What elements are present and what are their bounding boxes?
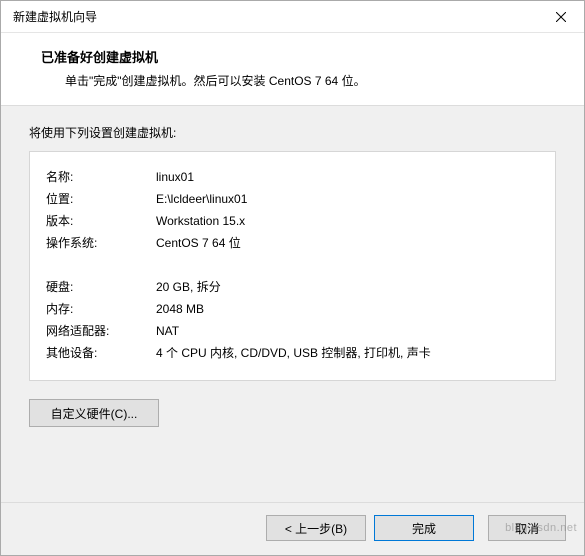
back-button[interactable]: < 上一步(B) bbox=[266, 515, 366, 541]
settings-row: 版本: Workstation 15.x bbox=[46, 210, 539, 232]
close-icon bbox=[556, 12, 566, 22]
settings-row: 硬盘: 20 GB, 拆分 bbox=[46, 276, 539, 298]
customize-hardware-button[interactable]: 自定义硬件(C)... bbox=[29, 399, 159, 427]
window-title: 新建虚拟机向导 bbox=[13, 8, 97, 25]
settings-value: 2048 MB bbox=[156, 298, 539, 320]
settings-label: 名称: bbox=[46, 166, 156, 188]
body-section: 将使用下列设置创建虚拟机: 名称: linux01 位置: E:\lcldeer… bbox=[1, 106, 584, 502]
settings-value: NAT bbox=[156, 320, 539, 342]
body-spacer bbox=[29, 427, 556, 492]
settings-gap bbox=[46, 254, 539, 276]
settings-caption: 将使用下列设置创建虚拟机: bbox=[29, 124, 556, 141]
settings-value: CentOS 7 64 位 bbox=[156, 232, 539, 254]
settings-label: 硬盘: bbox=[46, 276, 156, 298]
footer-section: < 上一步(B) 完成 取消 bbox=[1, 502, 584, 555]
settings-row: 操作系统: CentOS 7 64 位 bbox=[46, 232, 539, 254]
settings-label: 版本: bbox=[46, 210, 156, 232]
settings-summary-box: 名称: linux01 位置: E:\lcldeer\linux01 版本: W… bbox=[29, 151, 556, 381]
settings-value: 20 GB, 拆分 bbox=[156, 276, 539, 298]
settings-value: E:\lcldeer\linux01 bbox=[156, 188, 539, 210]
settings-label: 操作系统: bbox=[46, 232, 156, 254]
settings-label: 位置: bbox=[46, 188, 156, 210]
header-section: 已准备好创建虚拟机 单击"完成"创建虚拟机。然后可以安装 CentOS 7 64… bbox=[1, 33, 584, 106]
settings-row: 网络适配器: NAT bbox=[46, 320, 539, 342]
finish-button[interactable]: 完成 bbox=[374, 515, 474, 541]
wizard-dialog: 新建虚拟机向导 已准备好创建虚拟机 单击"完成"创建虚拟机。然后可以安装 Cen… bbox=[0, 0, 585, 556]
settings-row: 名称: linux01 bbox=[46, 166, 539, 188]
header-subtext: 单击"完成"创建虚拟机。然后可以安装 CentOS 7 64 位。 bbox=[41, 72, 584, 89]
settings-label: 网络适配器: bbox=[46, 320, 156, 342]
titlebar: 新建虚拟机向导 bbox=[1, 1, 584, 33]
close-button[interactable] bbox=[538, 1, 584, 33]
customize-row: 自定义硬件(C)... bbox=[29, 399, 556, 427]
cancel-button[interactable]: 取消 bbox=[488, 515, 566, 541]
settings-value: Workstation 15.x bbox=[156, 210, 539, 232]
settings-value: 4 个 CPU 内核, CD/DVD, USB 控制器, 打印机, 声卡 bbox=[156, 342, 539, 364]
header-heading: 已准备好创建虚拟机 bbox=[41, 47, 584, 66]
settings-value: linux01 bbox=[156, 166, 539, 188]
settings-label: 内存: bbox=[46, 298, 156, 320]
settings-row: 其他设备: 4 个 CPU 内核, CD/DVD, USB 控制器, 打印机, … bbox=[46, 342, 539, 364]
settings-row: 内存: 2048 MB bbox=[46, 298, 539, 320]
settings-row: 位置: E:\lcldeer\linux01 bbox=[46, 188, 539, 210]
settings-label: 其他设备: bbox=[46, 342, 156, 364]
